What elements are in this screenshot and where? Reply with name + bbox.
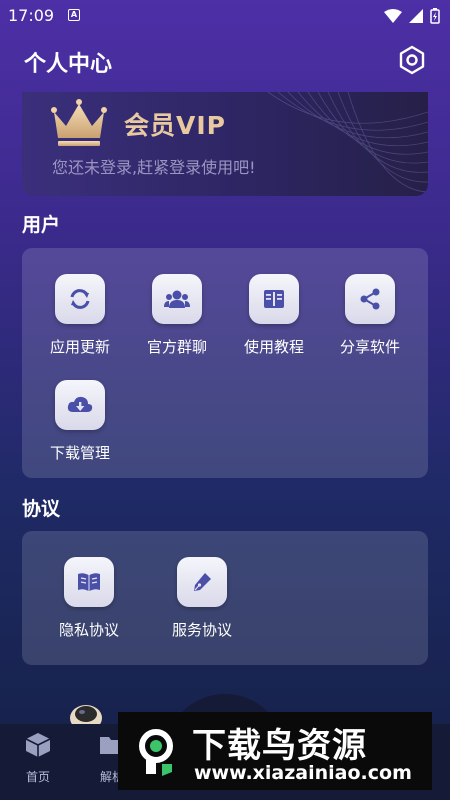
- book-icon: [249, 274, 299, 324]
- cube-icon: [25, 733, 51, 757]
- tile-label: 应用更新: [49, 338, 110, 356]
- user-section-title: 用户: [22, 214, 61, 236]
- pen-icon: [177, 557, 227, 607]
- tile-label: 隐私协议: [58, 621, 119, 639]
- notification-a-icon: A: [68, 9, 80, 21]
- share-app-button[interactable]: 分享软件: [320, 274, 420, 357]
- open-book-icon: [64, 557, 114, 607]
- refresh-icon: [55, 274, 105, 324]
- watermark-title: 下载鸟资源: [192, 726, 367, 766]
- status-time: 17:09: [8, 6, 55, 25]
- cloud-download-icon: [55, 380, 105, 430]
- tile-label: 下载管理: [49, 444, 110, 462]
- tab-home[interactable]: 首页: [8, 732, 68, 785]
- signal-icon: [409, 9, 423, 23]
- battery-icon: [430, 8, 440, 24]
- download-manager-button[interactable]: 下载管理: [30, 380, 130, 463]
- vip-card[interactable]: 会员VIP 您还未登录,赶紧登录使用吧!: [22, 92, 428, 196]
- app-update-button[interactable]: 应用更新: [30, 274, 130, 357]
- bird-logo-icon: [139, 729, 173, 776]
- privacy-agreement-button[interactable]: 隐私协议: [39, 557, 139, 640]
- login-prompt[interactable]: 您还未登录,赶紧登录使用吧!: [52, 154, 256, 178]
- wifi-icon: [384, 9, 402, 23]
- agreement-section-title: 协议: [22, 498, 61, 520]
- user-panel: 应用更新 官方群聊 使用教程 分享软件 下载管理: [22, 248, 428, 478]
- tile-label: 官方群聊: [146, 338, 207, 356]
- status-bar: 17:09 A: [0, 0, 450, 32]
- tile-label: 使用教程: [243, 338, 304, 356]
- tile-label: 服务协议: [171, 621, 232, 639]
- service-agreement-button[interactable]: 服务协议: [152, 557, 252, 640]
- wave-lines-decoration: [267, 92, 428, 193]
- watermark-banner: 下载鸟资源 www.xiazainiao.com: [118, 712, 432, 790]
- vip-title: 会员VIP: [124, 111, 226, 140]
- tutorial-button[interactable]: 使用教程: [224, 274, 324, 357]
- tile-label: 分享软件: [339, 338, 400, 356]
- share-icon: [345, 274, 395, 324]
- official-group-button[interactable]: 官方群聊: [127, 274, 227, 357]
- group-icon: [152, 274, 202, 324]
- agreement-panel: 隐私协议 服务协议: [22, 531, 428, 665]
- crown-icon: [51, 99, 107, 146]
- page-title: 个人中心: [24, 52, 113, 77]
- status-icons: [384, 8, 440, 24]
- watermark-url: www.xiazainiao.com: [194, 762, 412, 784]
- settings-hexagon-icon[interactable]: [396, 44, 428, 76]
- tab-label: 首页: [25, 770, 50, 784]
